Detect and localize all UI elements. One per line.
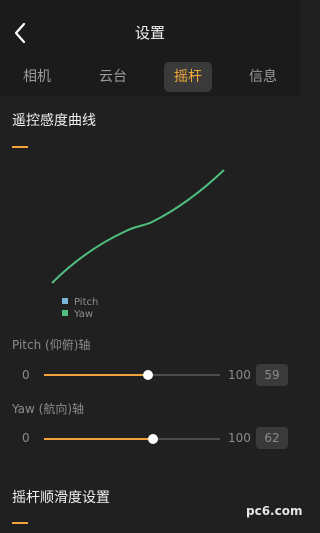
smoothness-section-title: 摇杆顺滑度设置 (12, 490, 110, 506)
watermark-logo: pc6.com (246, 504, 303, 518)
pitch-min-label: 0 (22, 368, 30, 382)
pitch-axis-label: Pitch (仰俯)轴 (12, 338, 91, 352)
legend-yaw-label: Yaw (74, 309, 94, 320)
pitch-swatch-icon (62, 298, 68, 304)
yaw-swatch-icon (62, 310, 68, 316)
legend-pitch-label: Pitch (74, 297, 99, 308)
section-accent-bar (12, 146, 28, 148)
pitch-max-label: 100 (228, 368, 251, 382)
smoothness-accent-bar (12, 522, 28, 524)
tab-camera[interactable]: 相机 (12, 62, 62, 92)
yaw-value-box[interactable]: 62 (256, 427, 288, 449)
pitch-value-box[interactable]: 59 (256, 364, 288, 386)
app-header: 设置 (0, 0, 300, 60)
yaw-min-label: 0 (22, 431, 30, 445)
tab-bar: 相机 云台 摇杆 信息 (0, 60, 300, 96)
pitch-slider-fill (44, 374, 148, 376)
yaw-curve (51, 169, 225, 284)
page-title: 设置 (134, 24, 165, 42)
yaw-slider-thumb[interactable] (148, 434, 159, 444)
pitch-slider[interactable] (44, 370, 220, 380)
pitch-slider-thumb[interactable] (142, 370, 153, 380)
tab-gimbal[interactable]: 云台 (88, 62, 138, 92)
yaw-axis-label: Yaw (航向)轴 (12, 402, 85, 416)
yaw-slider-fill (44, 438, 154, 440)
yaw-max-label: 100 (228, 431, 251, 445)
legend-pitch: Pitch (62, 297, 98, 308)
yaw-slider[interactable] (44, 434, 220, 444)
tab-info[interactable]: 信息 (238, 62, 288, 92)
legend-yaw: Yaw (62, 309, 93, 320)
sensitivity-curve-chart (51, 169, 225, 284)
curve-section-title: 遥控感度曲线 (12, 113, 96, 129)
tab-joystick[interactable]: 摇杆 (164, 62, 212, 92)
